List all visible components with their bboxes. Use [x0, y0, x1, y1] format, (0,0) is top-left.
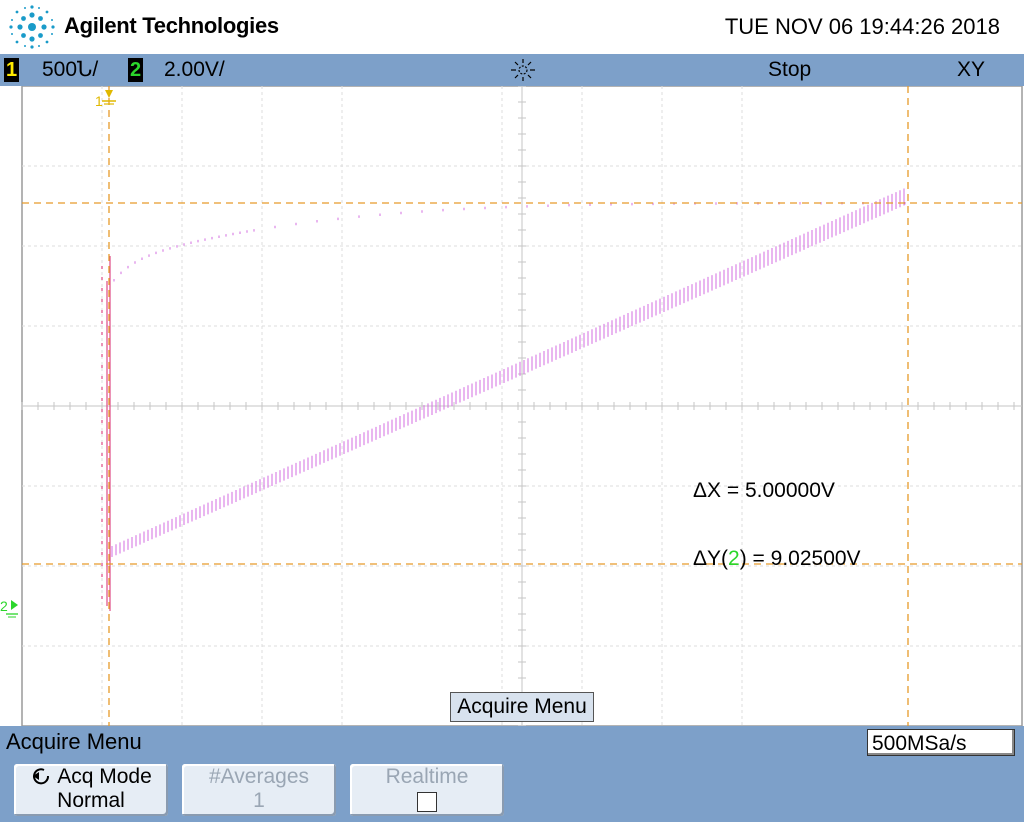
trigger-sparkle-icon — [511, 59, 535, 81]
agilent-spark-logo-icon — [9, 5, 55, 49]
realtime-label: Realtime — [385, 765, 469, 788]
channel-2-scale: 2.00V/ — [164, 58, 225, 81]
delta-y-value: ) = 9.02500V — [739, 547, 861, 570]
delta-x-measurement: ΔX = 5.00000V — [693, 479, 835, 502]
channel-2-indicator[interactable]: 2 — [128, 58, 143, 82]
date-time: TUE NOV 06 19:44:26 2018 — [724, 14, 1000, 39]
channel-1-indicator[interactable]: 1 — [4, 58, 19, 82]
waveform-display: 1 2 — [0, 86, 1024, 726]
display-mode[interactable]: XY — [957, 58, 985, 82]
channel-2-marker-label: 2 — [0, 598, 8, 614]
realtime-softkey[interactable]: Realtime — [350, 764, 504, 816]
brand-name: Agilent Technologies — [64, 13, 279, 38]
header-bar: Agilent Technologies TUE NOV 06 19:44:26… — [0, 0, 1024, 54]
acq-mode-value: Normal — [57, 789, 125, 812]
delta-y-channel: 2 — [728, 547, 740, 570]
cycle-arrow-icon — [33, 768, 50, 785]
acq-mode-label: Acq Mode — [57, 765, 152, 788]
delta-y-measurement: ΔY(2) = 9.02500V — [693, 547, 861, 571]
run-state[interactable]: Stop — [768, 58, 811, 82]
averages-softkey[interactable]: #Averages 1 — [182, 764, 336, 816]
channel-1-scale: 500Ն/ — [42, 58, 99, 81]
acquire-menu-popup: Acquire Menu — [450, 692, 594, 722]
acq-mode-softkey[interactable]: Acq Mode Normal — [14, 764, 168, 816]
averages-label: #Averages — [208, 765, 310, 788]
menu-title: Acquire Menu — [6, 729, 142, 754]
sample-rate-readout: 500MSa/s — [867, 729, 1015, 756]
delta-y-prefix: ΔY( — [693, 547, 729, 570]
averages-value: 1 — [253, 789, 265, 812]
realtime-checkbox[interactable] — [417, 792, 437, 812]
channel-1-marker-label: 1 — [95, 93, 103, 109]
